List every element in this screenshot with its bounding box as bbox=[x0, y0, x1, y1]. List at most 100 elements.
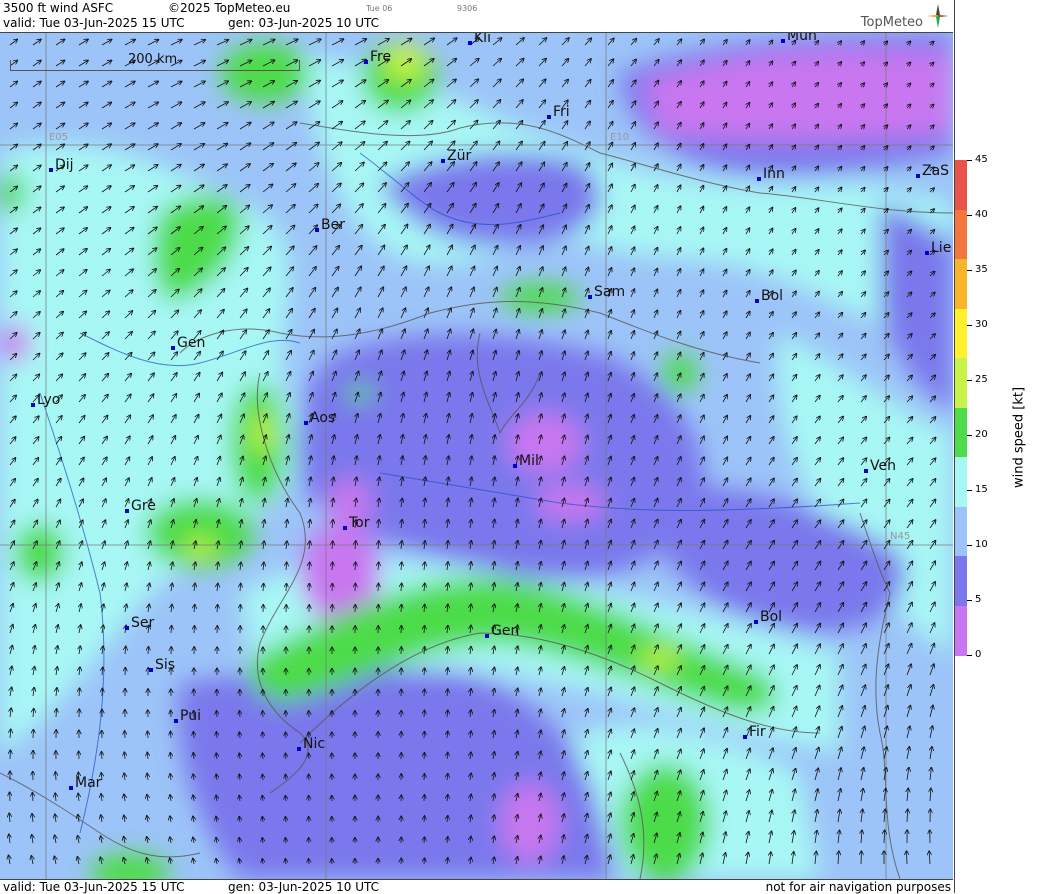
copyright: ©2025 TopMeteo.eu bbox=[168, 1, 290, 15]
scale-tick-mark bbox=[967, 325, 972, 326]
wind-arrow bbox=[424, 837, 425, 843]
city-label[interactable]: Bol bbox=[760, 609, 782, 625]
color-scale-segment bbox=[955, 210, 967, 260]
city-label[interactable]: Mün bbox=[787, 33, 817, 44]
color-scale bbox=[955, 160, 967, 655]
city-name: Dij bbox=[55, 157, 74, 173]
scale-tick-label: 0 bbox=[975, 649, 981, 660]
color-scale-segment bbox=[955, 259, 967, 309]
scale-tick-mark bbox=[967, 600, 972, 601]
city-name: Gen bbox=[491, 623, 519, 639]
city-name: Fir bbox=[749, 724, 766, 740]
generation-time: gen: 03-Jun-2025 10 UTC bbox=[228, 16, 379, 30]
city-marker bbox=[485, 634, 489, 638]
scale-tick-label: 40 bbox=[975, 209, 988, 220]
city-label[interactable]: Lie bbox=[931, 240, 951, 256]
scale-tick-mark bbox=[967, 160, 972, 161]
city-marker bbox=[315, 228, 319, 232]
color-scale-segment bbox=[955, 606, 967, 656]
color-scale-segment bbox=[955, 160, 967, 210]
city-name: Lie bbox=[931, 240, 951, 256]
city-label[interactable]: Bol bbox=[761, 288, 783, 304]
map-header: 3500 ft wind ASFC ©2025 TopMeteo.eu Tue … bbox=[0, 0, 953, 33]
city-marker bbox=[304, 421, 308, 425]
wind-arrow bbox=[217, 711, 218, 717]
scale-tick-label: 15 bbox=[975, 484, 988, 495]
wind-arrow bbox=[263, 732, 264, 738]
city-label[interactable]: Fri bbox=[553, 104, 570, 120]
city-label[interactable]: Inn bbox=[763, 166, 785, 182]
scale-tick-mark bbox=[967, 435, 972, 436]
city-name: Gre bbox=[131, 498, 156, 514]
wind-arrow bbox=[102, 752, 103, 759]
scale-tick-label: 20 bbox=[975, 429, 988, 440]
scale-tick-label: 35 bbox=[975, 264, 988, 275]
city-name: Bol bbox=[760, 609, 782, 625]
wind-arrow bbox=[148, 731, 149, 738]
map-footer: valid: Tue 03-Jun-2025 15 UTC gen: 03-Ju… bbox=[0, 879, 953, 894]
city-label[interactable]: Aos bbox=[310, 410, 335, 426]
city-name: Sam bbox=[594, 284, 625, 300]
city-label[interactable]: Tor bbox=[349, 515, 370, 531]
city-marker bbox=[149, 668, 153, 672]
wind-arrow bbox=[424, 774, 425, 780]
wind-arrow bbox=[148, 647, 149, 654]
scale-tick-mark bbox=[967, 380, 972, 381]
city-marker bbox=[925, 251, 929, 255]
city-marker bbox=[468, 41, 472, 45]
wind-arrow bbox=[56, 709, 57, 717]
city-label[interactable]: Gen bbox=[177, 335, 205, 351]
wind-arrow bbox=[401, 605, 402, 612]
city-label[interactable]: Nic bbox=[303, 736, 325, 752]
city-label[interactable]: Sam bbox=[594, 284, 625, 300]
city-label[interactable]: Mil bbox=[519, 453, 539, 469]
wind-arrow bbox=[286, 775, 287, 781]
city-label[interactable]: ZaS bbox=[922, 163, 949, 179]
city-label[interactable]: Ber bbox=[321, 217, 345, 233]
city-label[interactable]: Kli bbox=[474, 33, 491, 46]
brand-logo: TopMeteo bbox=[861, 15, 923, 30]
city-label[interactable]: Lyo bbox=[37, 392, 60, 408]
city-label[interactable]: Dij bbox=[55, 157, 74, 173]
city-marker bbox=[547, 115, 551, 119]
city-marker bbox=[125, 626, 129, 630]
city-label[interactable]: Fir bbox=[749, 724, 766, 740]
city-name: Sis bbox=[155, 657, 175, 673]
city-label[interactable]: Gre bbox=[131, 498, 156, 514]
city-marker bbox=[757, 177, 761, 181]
city-name: Mil bbox=[519, 453, 539, 469]
city-label[interactable]: Sis bbox=[155, 657, 175, 673]
city-label[interactable]: Mar bbox=[75, 775, 101, 791]
color-scale-segment bbox=[955, 556, 967, 606]
scale-tick-label: 30 bbox=[975, 319, 988, 330]
disclaimer: not for air navigation purposes bbox=[766, 880, 951, 894]
city-label[interactable]: Pui bbox=[180, 708, 201, 724]
city-marker bbox=[364, 60, 368, 64]
city-name: Kli bbox=[474, 33, 491, 46]
grid-label-e05: E05 bbox=[49, 132, 68, 143]
wind-arrow bbox=[240, 711, 241, 717]
city-marker bbox=[297, 747, 301, 751]
city-name: Ven bbox=[870, 458, 896, 474]
legend-panel: 454035302520151050 wind speed [kt] bbox=[954, 0, 1045, 893]
city-name: Pui bbox=[180, 708, 201, 724]
legend-title: wind speed [kt] bbox=[1012, 378, 1027, 498]
wind-arrow bbox=[56, 772, 57, 780]
city-marker bbox=[171, 346, 175, 350]
city-label[interactable]: Zür bbox=[447, 148, 471, 164]
city-label[interactable]: Gen bbox=[491, 623, 519, 639]
city-marker bbox=[588, 295, 592, 299]
city-label[interactable]: Ser bbox=[131, 615, 154, 631]
city-marker bbox=[343, 526, 347, 530]
run-code: 9306 bbox=[457, 4, 477, 13]
city-label[interactable]: Ven bbox=[870, 458, 896, 474]
city-marker bbox=[513, 464, 517, 468]
city-label[interactable]: Fre bbox=[370, 49, 391, 65]
city-name: Tor bbox=[349, 515, 370, 531]
color-scale-segment bbox=[955, 408, 967, 458]
wind-map[interactable]: 200 km E05 E10 N45 Kli Mün Fre Fri Dij Z… bbox=[0, 33, 953, 879]
city-name: Fre bbox=[370, 49, 391, 65]
wind-arrow bbox=[424, 710, 425, 717]
color-scale-segment bbox=[955, 358, 967, 408]
city-marker bbox=[864, 469, 868, 473]
